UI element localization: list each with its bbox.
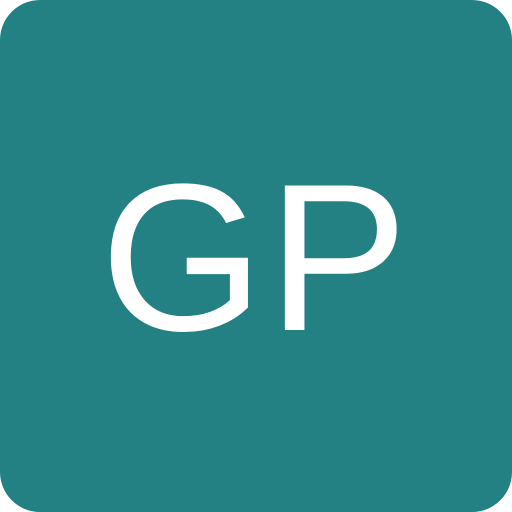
avatar-initials: GP <box>100 140 412 375</box>
avatar-tile: GP <box>0 0 512 512</box>
